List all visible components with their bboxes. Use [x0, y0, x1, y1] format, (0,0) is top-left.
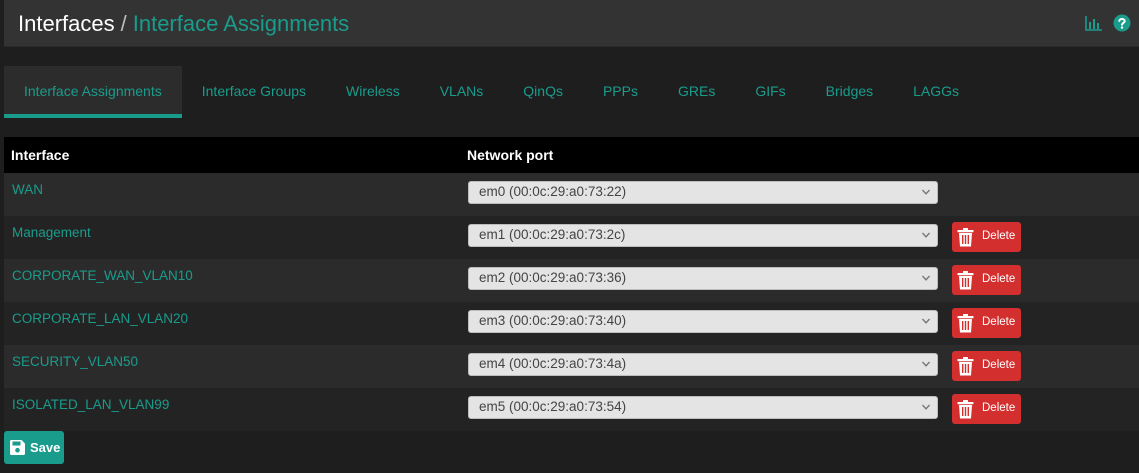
network-port-select[interactable]: em3 (00:0c:29:a0:73:40) — [468, 310, 938, 333]
delete-label: Delete — [982, 359, 1016, 371]
delete-button[interactable]: Delete — [952, 265, 1021, 295]
tab-bar: Interface Assignments Interface Groups W… — [4, 66, 979, 118]
chevron-down-icon — [921, 232, 931, 238]
breadcrumb: Interfaces / Interface Assignments — [18, 11, 349, 37]
header-icons — [1085, 14, 1131, 32]
interface-link[interactable]: SECURITY_VLAN50 — [12, 354, 138, 369]
tab-laggs[interactable]: LAGGs — [893, 66, 979, 116]
column-header-interface: Interface — [11, 147, 70, 163]
tab-bridges[interactable]: Bridges — [806, 66, 893, 116]
delete-button[interactable]: Delete — [952, 394, 1021, 424]
network-port-select[interactable]: em5 (00:0c:29:a0:73:54) — [468, 396, 938, 419]
table-row: ISOLATED_LAN_VLAN99 em5 (00:0c:29:a0:73:… — [4, 388, 1139, 431]
interface-link[interactable]: CORPORATE_WAN_VLAN10 — [12, 268, 193, 283]
tab-interface-groups[interactable]: Interface Groups — [182, 66, 326, 116]
help-icon[interactable] — [1113, 14, 1131, 32]
page: Interfaces / Interface Assignments Inter… — [0, 0, 1139, 473]
trash-icon — [957, 228, 974, 247]
delete-label: Delete — [982, 402, 1016, 414]
breadcrumb-current[interactable]: Interface Assignments — [133, 11, 349, 36]
network-port-value: em5 (00:0c:29:a0:73:54) — [479, 399, 627, 414]
network-port-value: em3 (00:0c:29:a0:73:40) — [479, 313, 627, 328]
chevron-down-icon — [921, 275, 931, 281]
interface-link[interactable]: Management — [12, 225, 91, 240]
chevron-down-icon — [921, 404, 931, 410]
delete-button[interactable]: Delete — [952, 308, 1021, 338]
bar-chart-icon[interactable] — [1085, 14, 1103, 32]
chevron-down-icon — [921, 361, 931, 367]
trash-icon — [957, 357, 974, 376]
save-label: Save — [30, 440, 61, 455]
network-port-select[interactable]: em2 (00:0c:29:a0:73:36) — [468, 267, 938, 290]
delete-label: Delete — [982, 316, 1016, 328]
network-port-select[interactable]: em0 (00:0c:29:a0:73:22) — [468, 181, 938, 204]
network-port-value: em2 (00:0c:29:a0:73:36) — [479, 270, 627, 285]
tab-gres[interactable]: GREs — [658, 66, 735, 116]
page-header: Interfaces / Interface Assignments — [4, 0, 1139, 47]
delete-label: Delete — [982, 230, 1016, 242]
tab-vlans[interactable]: VLANs — [420, 66, 504, 116]
chevron-down-icon — [921, 318, 931, 324]
table-row: WAN em0 (00:0c:29:a0:73:22) — [4, 173, 1139, 216]
interface-link[interactable]: ISOLATED_LAN_VLAN99 — [12, 397, 169, 412]
floppy-disk-icon — [10, 440, 25, 455]
trash-icon — [957, 271, 974, 290]
tab-qinqs[interactable]: QinQs — [503, 66, 583, 116]
delete-button[interactable]: Delete — [952, 351, 1021, 381]
table-row: CORPORATE_WAN_VLAN10 em2 (00:0c:29:a0:73… — [4, 259, 1139, 302]
tab-ppps[interactable]: PPPs — [583, 66, 658, 116]
interface-link[interactable]: CORPORATE_LAN_VLAN20 — [12, 311, 188, 326]
delete-label: Delete — [982, 273, 1016, 285]
trash-icon — [957, 400, 974, 419]
network-port-select[interactable]: em4 (00:0c:29:a0:73:4a) — [468, 353, 938, 376]
save-button[interactable]: Save — [4, 431, 64, 464]
table-row: Management em1 (00:0c:29:a0:73:2c) Delet… — [4, 216, 1139, 259]
table-header: Interface Network port — [4, 137, 1139, 173]
trash-icon — [957, 314, 974, 333]
breadcrumb-separator: / — [120, 11, 127, 36]
network-port-value: em1 (00:0c:29:a0:73:2c) — [479, 227, 626, 242]
interface-link[interactable]: WAN — [12, 182, 43, 197]
column-header-network-port: Network port — [467, 147, 554, 163]
network-port-value: em0 (00:0c:29:a0:73:22) — [479, 184, 627, 199]
chevron-down-icon — [921, 189, 931, 195]
network-port-select[interactable]: em1 (00:0c:29:a0:73:2c) — [468, 224, 938, 247]
interface-assignments-table: Interface Network port WAN em0 (00:0c:29… — [4, 137, 1139, 431]
delete-button[interactable]: Delete — [952, 222, 1021, 252]
table-row: SECURITY_VLAN50 em4 (00:0c:29:a0:73:4a) … — [4, 345, 1139, 388]
table-row: CORPORATE_LAN_VLAN20 em3 (00:0c:29:a0:73… — [4, 302, 1139, 345]
tab-interface-assignments[interactable]: Interface Assignments — [4, 66, 182, 118]
network-port-value: em4 (00:0c:29:a0:73:4a) — [479, 356, 627, 371]
tab-wireless[interactable]: Wireless — [326, 66, 420, 116]
breadcrumb-root[interactable]: Interfaces — [18, 11, 115, 36]
tab-gifs[interactable]: GIFs — [735, 66, 805, 116]
